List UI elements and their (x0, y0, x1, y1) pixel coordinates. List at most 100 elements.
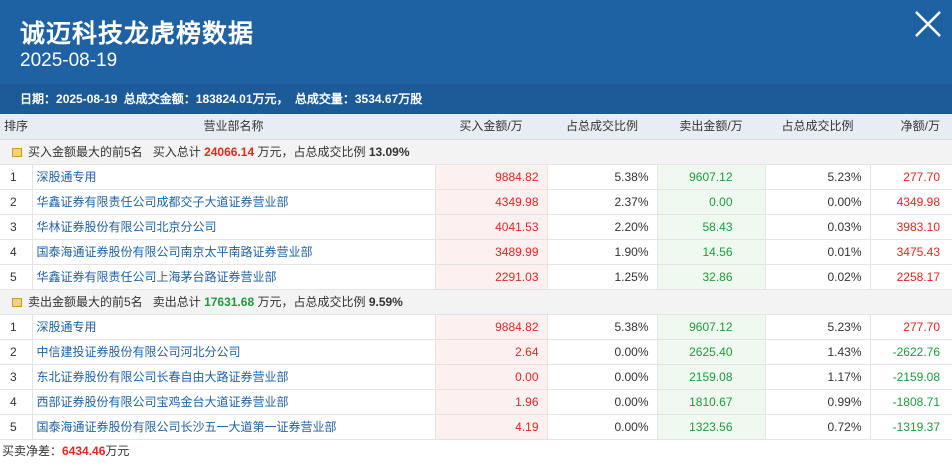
sell-percent: 0.99% (765, 389, 871, 415)
sell-percent: 1.43% (765, 339, 871, 365)
branch-name-link[interactable]: 华鑫证券有限责任公司上海茅台路证券营业部 (32, 264, 436, 290)
buy-amount: 0.00 (435, 364, 548, 390)
info-amount-label: 总成交金额： (123, 92, 196, 106)
net-amount: 3983.10 (870, 214, 952, 240)
sell-amount: 32.86 (657, 264, 766, 290)
sell-section-label: 卖出金额最大的前5名 (28, 294, 143, 309)
buy-rows: 1 深股通专用 9884.82 5.38% 9607.12 5.23% 277.70 2 华鑫证… (0, 164, 952, 290)
sell-percent: 1.17% (765, 364, 871, 390)
branch-name-link[interactable]: 东北证券股份有限公司长春自由大路证券营业部 (32, 364, 436, 390)
buy-amount: 2.64 (435, 339, 548, 365)
sell-percent: 0.00% (765, 189, 871, 215)
page-date: 2025-08-19 (20, 50, 118, 71)
table-row: 4 国泰海通证券股份有限公司南京太平南路证券营业部 3489.99 1.90% 14.5… (0, 239, 952, 265)
dragon-tiger-table: 排序 营业部名称 买入金额/万 占总成交比例 卖出金额/万 占总成交比例 净额/… (0, 114, 952, 440)
sell-total: 17631.68 (204, 294, 255, 309)
net-amount: 277.70 (870, 314, 952, 340)
info-volume-label: 总成交量： (294, 92, 355, 106)
net-diff-value: 6434.46 (62, 443, 106, 458)
sell-unit: 万元，占总成交比例 (257, 294, 366, 309)
branch-name-link[interactable]: 国泰海通证券股份有限公司长沙五一大道第一证券营业部 (32, 414, 436, 440)
buy-percent: 2.37% (547, 189, 658, 215)
col-header-name: 营业部名称 (32, 114, 435, 140)
branch-name-link[interactable]: 华林证券股份有限公司北京分公司 (32, 214, 436, 240)
folder-icon (12, 297, 22, 307)
buy-amount: 9884.82 (435, 314, 548, 340)
table-header-row: 排序 营业部名称 买入金额/万 占总成交比例 卖出金额/万 占总成交比例 净额/… (0, 114, 952, 140)
buy-unit: 万元，占总成交比例 (257, 144, 366, 159)
net-amount: 4349.98 (870, 189, 952, 215)
net-amount: 277.70 (870, 164, 952, 190)
col-header-idx: 排序 (0, 114, 32, 140)
sell-percent: 0.03% (765, 214, 871, 240)
buy-percent: 0.00% (547, 364, 658, 390)
buy-percent: 0.00% (547, 339, 658, 365)
close-button[interactable] (908, 4, 948, 44)
sell-section-summary: 卖出金额最大的前5名 卖出总计 17631.68 万元，占总成交比例 9.59% (0, 289, 952, 315)
branch-name-link[interactable]: 深股通专用 (32, 314, 436, 340)
row-index: 5 (0, 414, 33, 440)
row-index: 2 (0, 189, 33, 215)
buy-amount: 4349.98 (435, 189, 548, 215)
net-amount: 2258.17 (870, 264, 952, 290)
table-row: 3 华林证券股份有限公司北京分公司 4041.53 2.20% 58.43 0.03% 39… (0, 214, 952, 240)
table-row: 5 华鑫证券有限责任公司上海茅台路证券营业部 2291.03 1.25% 32.86 0.… (0, 264, 952, 290)
sell-amount: 0.00 (657, 189, 766, 215)
sell-amount: 2159.08 (657, 364, 766, 390)
sell-section-header: 卖出金额最大的前5名 卖出总计 17631.68 万元，占总成交比例 9.59% (0, 289, 952, 315)
buy-pct: 13.09% (368, 144, 410, 159)
row-index: 4 (0, 389, 33, 415)
info-amount: 183824.01万元， (195, 92, 289, 106)
row-index: 3 (0, 214, 33, 240)
sell-amount: 1323.56 (657, 414, 766, 440)
buy-amount: 1.96 (435, 389, 548, 415)
sell-amount: 2625.40 (657, 339, 766, 365)
buy-section-label: 买入金额最大的前5名 (28, 144, 143, 159)
buy-amount: 4041.53 (435, 214, 548, 240)
buy-amount: 3489.99 (435, 239, 548, 265)
branch-name-link[interactable]: 国泰海通证券股份有限公司南京太平南路证券营业部 (32, 239, 436, 265)
buy-percent: 5.38% (547, 164, 658, 190)
branch-name-link[interactable]: 西部证券股份有限公司宝鸡金台大道证券营业部 (32, 389, 436, 415)
branch-name-link[interactable]: 深股通专用 (32, 164, 436, 190)
sell-percent: 0.72% (765, 414, 871, 440)
buy-percent: 0.00% (547, 414, 658, 440)
buy-total-label: 买入总计 (152, 144, 201, 159)
folder-icon (12, 147, 22, 157)
net-amount: 3475.43 (870, 239, 952, 265)
sell-amount: 14.56 (657, 239, 766, 265)
page-title: 诚迈科技龙虎榜数据 (20, 20, 255, 48)
close-icon (915, 11, 941, 37)
buy-total: 24066.14 (204, 144, 255, 159)
sell-total-label: 卖出总计 (152, 294, 201, 309)
table-row: 1 深股通专用 9884.82 5.38% 9607.12 5.23% 277.70 (0, 164, 952, 190)
col-header-sell-pct: 占总成交比例 (765, 114, 870, 140)
table-row: 1 深股通专用 9884.82 5.38% 9607.12 5.23% 277.70 (0, 314, 952, 340)
row-index: 1 (0, 314, 33, 340)
net-diff-label: 买卖净差： (2, 443, 63, 458)
sell-percent: 0.01% (765, 239, 871, 265)
branch-name-link[interactable]: 中信建投证券股份有限公司河北分公司 (32, 339, 436, 365)
sell-percent: 5.23% (765, 314, 871, 340)
buy-percent: 1.25% (547, 264, 658, 290)
buy-amount: 2291.03 (435, 264, 548, 290)
net-amount: -1808.71 (870, 389, 952, 415)
buy-amount: 9884.82 (435, 164, 548, 190)
sell-amount: 1810.67 (657, 389, 766, 415)
sell-percent: 0.02% (765, 264, 871, 290)
buy-section-summary: 买入金额最大的前5名 买入总计 24066.14 万元，占总成交比例 13.09… (0, 139, 952, 165)
branch-name-link[interactable]: 华鑫证券有限责任公司成都交子大道证券营业部 (32, 189, 436, 215)
row-index: 5 (0, 264, 33, 290)
col-header-buy: 买入金额/万 (435, 114, 547, 140)
dialog-header: 诚迈科技龙虎榜数据 2025-08-19 日期：2025-08-19 总成交金额… (0, 0, 952, 114)
row-index: 2 (0, 339, 33, 365)
sell-amount: 58.43 (657, 214, 766, 240)
buy-section-header: 买入金额最大的前5名 买入总计 24066.14 万元，占总成交比例 13.09… (0, 139, 952, 165)
buy-percent: 1.90% (547, 239, 658, 265)
buy-percent: 5.38% (547, 314, 658, 340)
net-amount: -1319.37 (870, 414, 952, 440)
info-volume: 3534.67万股 (354, 92, 423, 106)
sell-amount: 9607.12 (657, 314, 766, 340)
summary-bar: 日期：2025-08-19 总成交金额：183824.01万元， 总成交量：35… (0, 84, 952, 114)
sell-rows: 1 深股通专用 9884.82 5.38% 9607.12 5.23% 277.70 2 中信建… (0, 314, 952, 440)
